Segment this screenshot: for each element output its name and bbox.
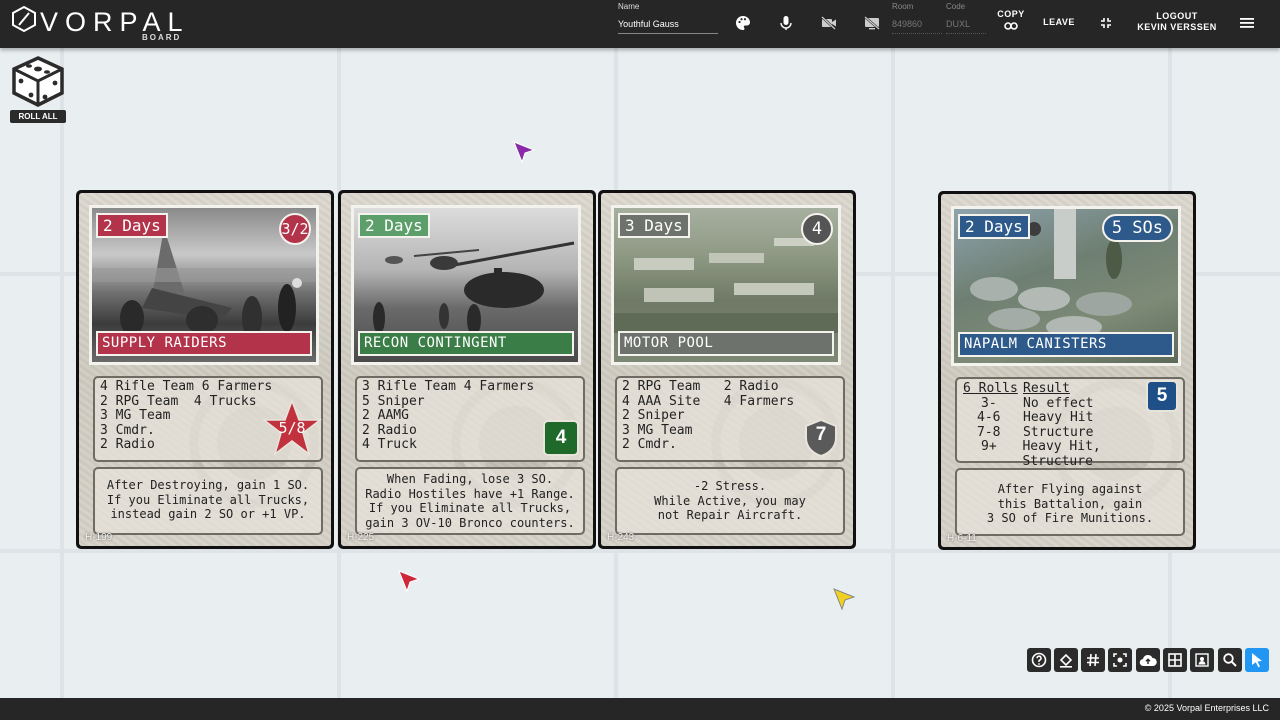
- paint-bucket-icon[interactable]: [1054, 648, 1078, 672]
- name-label: Name: [618, 2, 640, 11]
- top-bar: VORPAL BOARD Name Room Code COPY LEAVE L…: [0, 0, 1280, 48]
- grid-line: [891, 48, 895, 698]
- table-row: 7-8 Structure: [977, 424, 1094, 440]
- grid-line: [60, 48, 64, 698]
- cloud-upload-icon[interactable]: [1136, 648, 1160, 672]
- card-id: H-6-11: [947, 533, 977, 544]
- table-row: 3- No effect: [981, 395, 1094, 411]
- player-cursor-yellow-icon: [833, 588, 856, 611]
- card-id: H-199: [85, 532, 113, 543]
- card-duration: 3 Days: [618, 213, 690, 238]
- card-supply-raiders[interactable]: 2 Days 3/2 SUPPLY RAIDERS 4 Rifle Team 6…: [76, 190, 334, 549]
- card-so-badge: 5 SOs: [1101, 214, 1173, 242]
- code-input[interactable]: [946, 15, 986, 34]
- card-id: H-243: [607, 532, 635, 543]
- card-ability-text: When Fading, lose 3 SO. Radio Hostiles h…: [355, 467, 585, 535]
- card-title: MOTOR POOL: [618, 331, 834, 356]
- card-id: H-225: [347, 532, 375, 543]
- card-cost-badge: 4: [801, 213, 833, 245]
- logo-hex-icon: [12, 5, 36, 33]
- link-icon: [1004, 22, 1018, 30]
- card-photo: 2 Days RECON CONTINGENT: [351, 205, 581, 365]
- copyright-text: © 2025 Vorpal Enterprises LLC: [1144, 703, 1269, 713]
- roll-all-label: ROLL ALL: [10, 110, 66, 123]
- leave-button[interactable]: LEAVE: [1040, 17, 1078, 27]
- card-photo: 2 Days 3/2 SUPPLY RAIDERS: [89, 205, 319, 365]
- screen-share-off-icon[interactable]: [861, 12, 883, 34]
- footer: © 2025 Vorpal Enterprises LLC: [0, 698, 1280, 720]
- roll-all-dice[interactable]: ROLL ALL: [10, 56, 66, 124]
- user-name: KEVIN VERSSEN: [1137, 22, 1217, 32]
- player-cursor-purple-icon: [513, 141, 536, 164]
- shield-value: 7: [815, 424, 827, 445]
- name-field: Name: [618, 2, 718, 34]
- room-label: Room: [892, 2, 914, 11]
- copy-label: COPY: [997, 9, 1025, 19]
- card-photo: 3 Days 4 MOTOR POOL: [611, 205, 841, 365]
- logo-subtext: BOARD: [142, 33, 182, 42]
- name-input[interactable]: [618, 15, 718, 34]
- card-cost-badge: 3/2: [279, 213, 311, 245]
- player-cursor-red-icon: [398, 570, 421, 593]
- card-napalm-canisters[interactable]: 2 Days 5 SOs NAPALM CANISTERS 6 Rolls Re…: [938, 191, 1196, 550]
- table-row: 4-6 Heavy Hit: [977, 410, 1094, 425]
- collapse-icon[interactable]: [1095, 12, 1117, 34]
- logout-button[interactable]: LOGOUT KEVIN VERSSEN: [1130, 11, 1224, 35]
- card-value-badge: 4: [543, 420, 579, 456]
- room-field: Room: [892, 2, 942, 34]
- layout-grid-icon[interactable]: [1163, 648, 1187, 672]
- star-value: 5/8: [278, 419, 306, 437]
- room-input[interactable]: [892, 15, 942, 34]
- code-field: Code: [946, 2, 986, 34]
- screenshot-icon[interactable]: [1108, 648, 1132, 672]
- card-recon-contingent[interactable]: 2 Days RECON CONTINGENT 3 Rifle Team 4 F…: [338, 190, 596, 549]
- code-label: Code: [946, 2, 966, 11]
- card-duration: 2 Days: [358, 213, 430, 238]
- card-title: NAPALM CANISTERS: [958, 332, 1174, 357]
- vorpal-logo[interactable]: VORPAL BOARD: [10, 5, 190, 43]
- zoom-icon[interactable]: [1218, 648, 1242, 672]
- card-value-badge: 5: [1146, 380, 1178, 412]
- card-duration: 2 Days: [96, 213, 168, 238]
- dice-icon: [12, 56, 64, 107]
- table-row: 9+ Heavy Hit, Structure: [981, 439, 1101, 469]
- card-ability-text: After Destroying, gain 1 SO. If you Elim…: [93, 467, 323, 535]
- card-title: RECON CONTINGENT: [358, 331, 574, 356]
- card-ability-text: After Flying against this Battalion, gai…: [955, 468, 1185, 536]
- card-photo: 2 Days 5 SOs NAPALM CANISTERS: [951, 206, 1181, 366]
- card-title: SUPPLY RAIDERS: [96, 331, 312, 356]
- microphone-icon[interactable]: [775, 12, 797, 34]
- camera-off-icon[interactable]: [818, 12, 840, 34]
- hamburger-menu-icon[interactable]: [1236, 12, 1258, 34]
- card-ability-text: -2 Stress. While Active, you may not Rep…: [615, 467, 845, 535]
- help-icon[interactable]: [1027, 648, 1051, 672]
- logout-label: LOGOUT: [1156, 11, 1198, 21]
- palette-icon[interactable]: [732, 12, 754, 34]
- copy-button[interactable]: COPY: [994, 8, 1028, 36]
- pointer-tool-icon[interactable]: [1245, 648, 1269, 672]
- grid-hash-icon[interactable]: [1081, 648, 1105, 672]
- card-motor-pool[interactable]: 3 Days 4 MOTOR POOL 2 RPG Team 2 Radio 4…: [598, 190, 856, 549]
- table-header: 6 Rolls Result: [963, 381, 1070, 396]
- card-duration: 2 Days: [958, 214, 1030, 239]
- frame-select-icon[interactable]: [1190, 648, 1214, 672]
